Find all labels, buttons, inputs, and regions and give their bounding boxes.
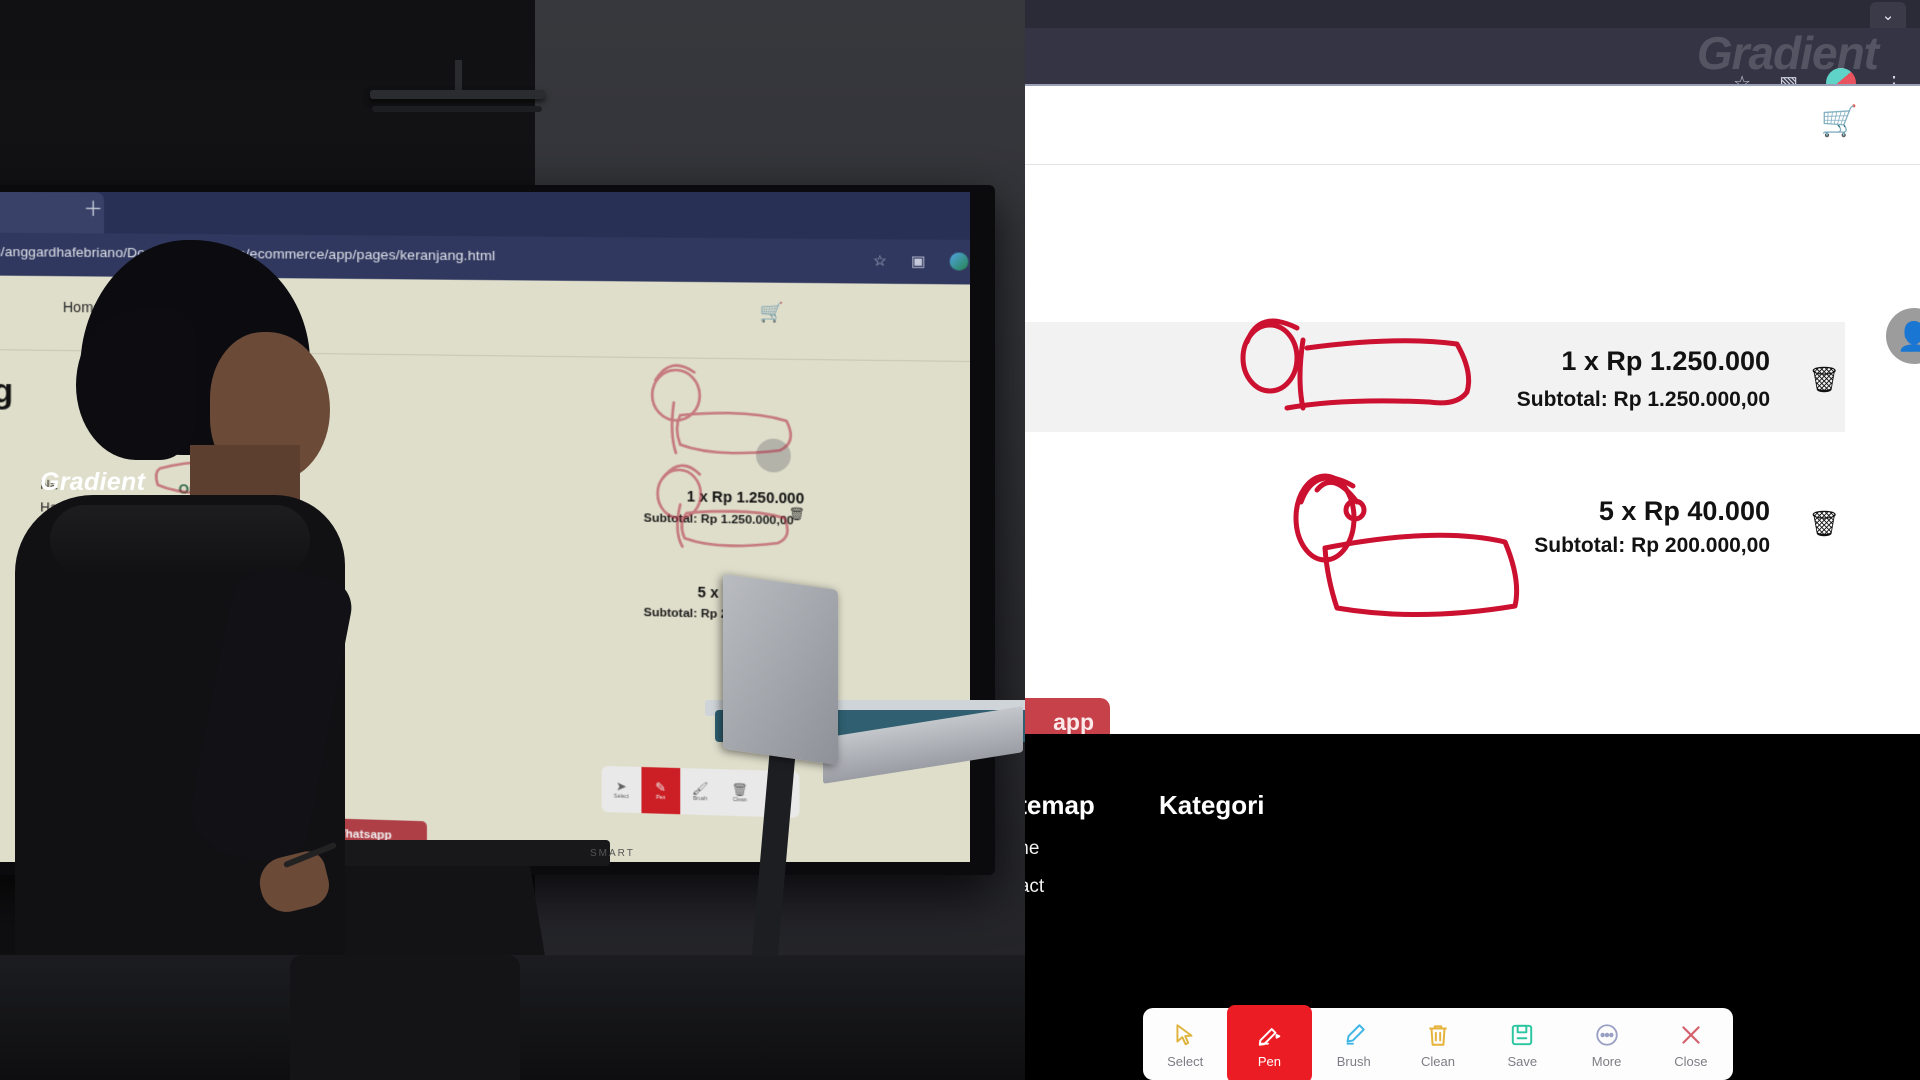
ellipsis-circle-icon: [1592, 1020, 1622, 1050]
toolbar-brush[interactable]: Brush: [1312, 1008, 1396, 1080]
close-x-icon: [1676, 1020, 1706, 1050]
cart-item-subtotal: Subtotal: Rp 1.250.000,00: [1516, 388, 1770, 411]
delete-item-icon[interactable]: 🗑: [1808, 366, 1840, 395]
person-hair-side: [76, 310, 196, 460]
browser-tabstrip: ⌄: [1025, 0, 1920, 28]
cart-item-subtotal: Subtotal: Rp 200.000,00: [1534, 534, 1770, 557]
chevron-down-icon[interactable]: ⌄: [1870, 2, 1906, 28]
shirt-logo-text: Gradient: [40, 468, 146, 496]
ceiling-mount-bar-shadow: [372, 106, 542, 112]
shared-screen-panel: ⌄ ☆ ▧ ⋮ Gradient 🛒 👤 1 1 x Rp 1.250.000 …: [1025, 0, 1920, 1080]
delete-item-icon[interactable]: 🗑: [1808, 510, 1840, 539]
cart-item-qty: 5 x Rp 40.000: [1598, 496, 1770, 526]
footer-kategori-title: Kategori: [1159, 790, 1265, 820]
toolbar-clean[interactable]: Clean: [1396, 1008, 1480, 1080]
footer-sitemap-title: itemap: [1025, 790, 1095, 820]
toolbar-select[interactable]: Select: [1143, 1008, 1227, 1080]
cursor-arrow-icon: [1170, 1020, 1200, 1050]
footer-link-home[interactable]: me: [1025, 838, 1039, 860]
avatar-float-button[interactable]: 👤: [1886, 308, 1920, 364]
cart-item-qty: 1 x Rp 1.250.000: [1561, 346, 1770, 376]
cart-row[interactable]: [1025, 322, 1845, 432]
toolbar-pen[interactable]: Pen: [1227, 1005, 1312, 1080]
nav-divider: [1025, 164, 1920, 165]
laptop-lid: [723, 573, 838, 766]
stool: [290, 955, 520, 1080]
toolbar-clean-label: Clean: [1421, 1053, 1455, 1069]
ceiling-mount-bar: [370, 90, 545, 99]
toolbar-select-label: Select: [1167, 1053, 1204, 1069]
toolbar-save[interactable]: Save: [1480, 1008, 1564, 1080]
toolbar-close-label: Close: [1674, 1053, 1708, 1069]
toolbar-close[interactable]: Close: [1649, 1008, 1733, 1080]
toolbar-brush-label: Brush: [1336, 1053, 1371, 1069]
presenter-person: Gradient: [15, 240, 390, 1080]
brush-icon: [1339, 1020, 1369, 1050]
trash-icon: [1423, 1020, 1453, 1050]
browser-omnibox-bar[interactable]: ☆ ▧ ⋮: [1025, 28, 1920, 98]
macbook-laptop: [723, 573, 1023, 792]
tv-brand-label: SMART: [590, 848, 635, 859]
webpage-viewport: 🛒 👤 1 1 x Rp 1.250.000 Subtotal: Rp 1.25…: [1025, 86, 1920, 820]
person-shirt-highlight: [50, 505, 310, 575]
apple-logo-icon: [809, 672, 830, 699]
annotation-toolbar[interactable]: Select Pen Brush Clean Save More Close: [1143, 1005, 1733, 1080]
shopping-cart-icon[interactable]: 🛒: [1821, 104, 1858, 139]
toolbar-pen-label: Pen: [1257, 1053, 1281, 1069]
screenshot-root: t Shop ✕ ＋ ile /Users/anggardhafebriano/…: [0, 0, 1920, 1080]
toolbar-more[interactable]: More: [1564, 1008, 1648, 1080]
footer-link-contact[interactable]: ntact: [1025, 876, 1044, 898]
floppy-disk-icon: [1507, 1020, 1537, 1050]
laptop-base: [823, 706, 1023, 784]
room-photo: t Shop ✕ ＋ ile /Users/anggardhafebriano/…: [0, 0, 1025, 1080]
toolbar-save-label: Save: [1507, 1053, 1538, 1069]
pen-icon: [1254, 1020, 1284, 1050]
person-icon: 👤: [1896, 320, 1920, 352]
toolbar-more-label: More: [1591, 1053, 1622, 1069]
